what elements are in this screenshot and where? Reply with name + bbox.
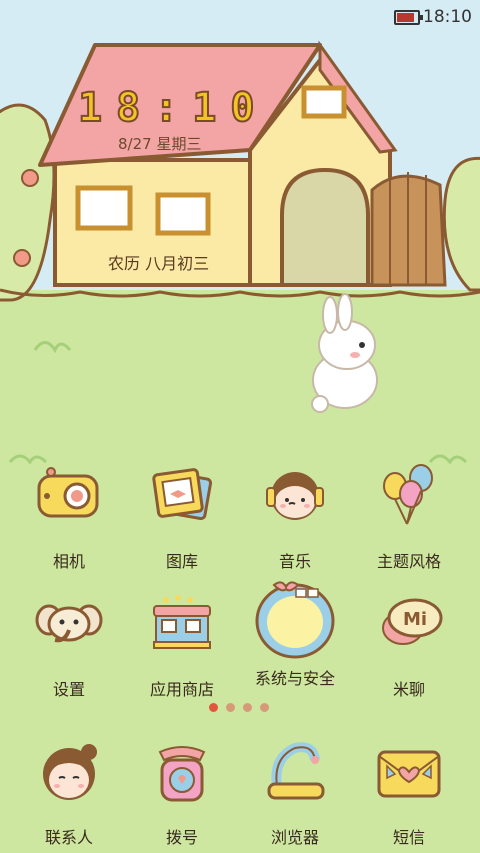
app-messages[interactable]: 短信 bbox=[354, 738, 464, 848]
app-store[interactable]: 应用商店 bbox=[127, 590, 237, 700]
page-dot[interactable] bbox=[209, 703, 218, 712]
status-time: 18:10 bbox=[423, 7, 472, 27]
app-camera[interactable]: 相机 bbox=[14, 462, 124, 572]
app-themes[interactable]: 主题风格 bbox=[354, 462, 464, 572]
app-system-security[interactable]: 系统与安全 bbox=[240, 575, 350, 689]
battery-icon bbox=[394, 10, 423, 25]
app-dialer[interactable]: 拨号 bbox=[127, 738, 237, 848]
status-bar: 18:10 bbox=[0, 0, 480, 34]
shop-icon bbox=[153, 595, 211, 649]
app-settings[interactable]: 设置 bbox=[14, 590, 124, 700]
app-label: 相机 bbox=[52, 552, 85, 571]
gallery-icon bbox=[152, 468, 213, 521]
app-label: 系统与安全 bbox=[254, 669, 335, 688]
mirror-icon bbox=[255, 581, 335, 659]
bathtub-icon bbox=[267, 742, 325, 800]
app-label: 主题风格 bbox=[376, 552, 441, 571]
clock-time: 18:10 bbox=[77, 84, 269, 132]
app-label: 短信 bbox=[392, 828, 425, 847]
app-mi-chat[interactable]: Mi 米聊 bbox=[354, 590, 464, 700]
svg-text:Mi: Mi bbox=[403, 609, 427, 630]
page-dot[interactable] bbox=[260, 703, 269, 712]
app-music[interactable]: 音乐 bbox=[240, 462, 350, 572]
elephant-icon bbox=[35, 604, 103, 643]
music-girl-icon bbox=[266, 472, 324, 520]
app-label: 图库 bbox=[165, 552, 198, 571]
envelope-icon bbox=[377, 750, 441, 798]
app-contacts[interactable]: 联系人 bbox=[14, 738, 124, 848]
page-indicator[interactable] bbox=[205, 697, 273, 712]
app-gallery[interactable]: 图库 bbox=[127, 462, 237, 572]
telephone-icon bbox=[158, 746, 206, 802]
girl-face-icon bbox=[43, 744, 97, 800]
mi-chat-icon: Mi bbox=[382, 598, 443, 645]
app-label: 浏览器 bbox=[270, 828, 319, 847]
clock-date: 8/27 星期三 bbox=[118, 135, 202, 153]
app-label: 设置 bbox=[52, 680, 85, 699]
app-label: 米聊 bbox=[392, 680, 425, 699]
page-dot[interactable] bbox=[243, 703, 252, 712]
app-label: 拨号 bbox=[165, 828, 198, 847]
app-label: 联系人 bbox=[44, 828, 93, 847]
balloons-icon bbox=[383, 464, 433, 525]
page-dot[interactable] bbox=[226, 703, 235, 712]
camera-icon bbox=[37, 467, 99, 518]
app-label: 音乐 bbox=[278, 552, 311, 571]
lunar-date: 农历 八月初三 bbox=[108, 254, 210, 273]
app-browser[interactable]: 浏览器 bbox=[240, 738, 350, 848]
battery-level-fill bbox=[397, 13, 414, 22]
